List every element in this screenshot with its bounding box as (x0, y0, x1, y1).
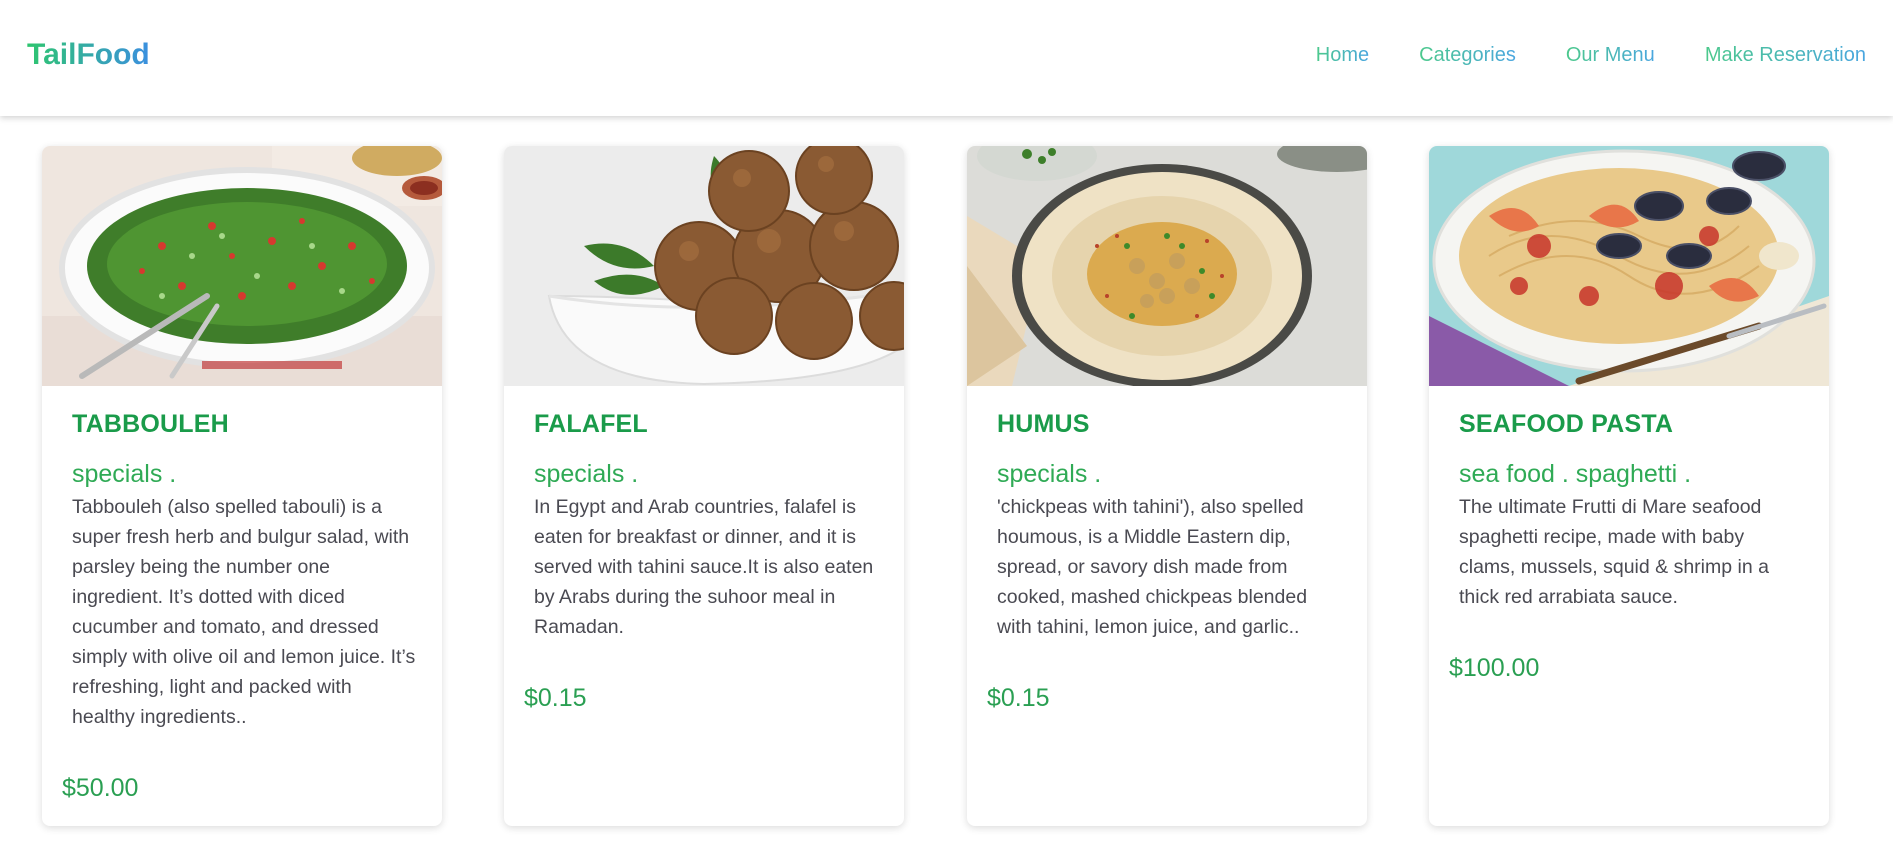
menu-card-seafood-pasta[interactable]: SEAFOOD PASTA sea food . spaghetti . The… (1429, 146, 1829, 826)
nav-link-our-menu[interactable]: Our Menu (1566, 43, 1655, 67)
tabbouleh-image (42, 146, 442, 386)
falafel-image (504, 146, 904, 386)
menu-card-falafel[interactable]: FALAFEL specials . In Egypt and Arab cou… (504, 146, 904, 826)
card-price: $0.15 (987, 684, 1050, 712)
nav-link-make-reservation[interactable]: Make Reservation (1705, 43, 1866, 67)
card-price: $0.15 (524, 684, 587, 712)
nav-link-home[interactable]: Home (1316, 43, 1369, 67)
nav-link-categories[interactable]: Categories (1419, 43, 1516, 67)
nav-links: Home Categories Our Menu Make Reservatio… (1316, 43, 1866, 67)
card-tags: specials . (534, 460, 639, 488)
card-tags: sea food . spaghetti . (1459, 460, 1692, 488)
card-tags: specials . (72, 460, 177, 488)
card-title: HUMUS (997, 410, 1090, 438)
navbar: TailFood Home Categories Our Menu Make R… (0, 0, 1893, 116)
card-description: Tabbouleh (also spelled tabouli) is a su… (72, 496, 416, 728)
card-title: FALAFEL (534, 410, 648, 438)
card-description: The ultimate Frutti di Mare seafood spag… (1459, 496, 1769, 608)
humus-image (967, 146, 1367, 386)
card-title: TABBOULEH (72, 410, 229, 438)
card-title: SEAFOOD PASTA (1459, 410, 1674, 438)
menu-card-tabbouleh[interactable]: TABBOULEH specials . Tabbouleh (also spe… (42, 146, 442, 826)
card-tags: specials . (997, 460, 1102, 488)
card-description: 'chickpeas with tahini'), also spelled h… (997, 496, 1308, 638)
card-description: In Egypt and Arab countries, falafel is … (534, 496, 874, 638)
seafood-pasta-image (1429, 146, 1829, 386)
menu-card-humus[interactable]: HUMUS specials . 'chickpeas with tahini'… (967, 146, 1367, 826)
card-price: $100.00 (1449, 654, 1540, 682)
site-logo[interactable]: TailFood (27, 36, 150, 74)
card-price: $50.00 (62, 774, 139, 802)
